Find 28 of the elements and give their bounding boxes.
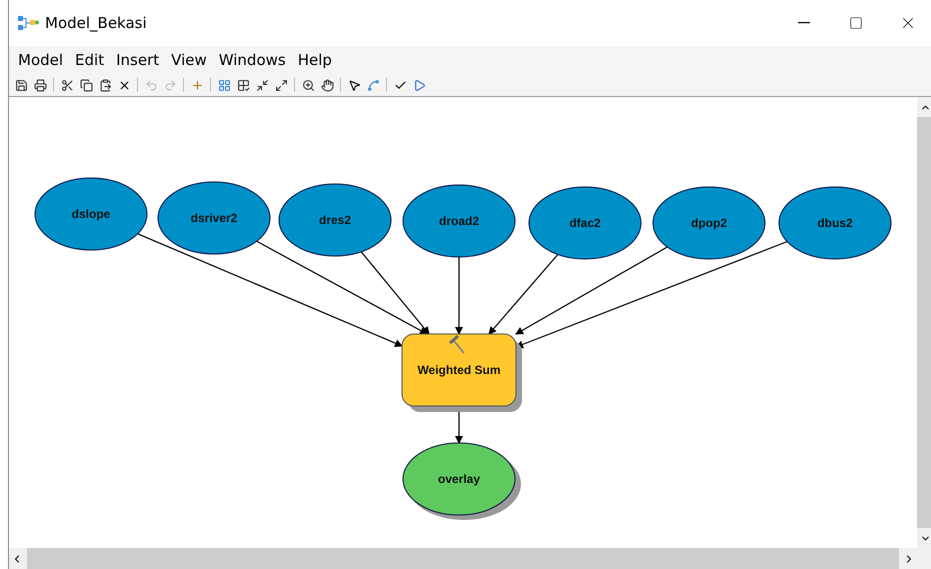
input-node: dbus2	[778, 186, 892, 260]
menu-item[interactable]: Windows	[214, 49, 291, 71]
maximize-icon	[849, 16, 863, 30]
input-node: droad2	[402, 184, 516, 258]
vertical-scrollbar[interactable]	[917, 97, 931, 548]
save-icon[interactable]	[13, 77, 29, 93]
zoom-icon[interactable]	[300, 77, 316, 93]
input-node: dres2	[278, 184, 392, 256]
input-node: dfac2	[528, 186, 642, 260]
grid-icon[interactable]	[216, 77, 232, 93]
input-node: dsriver2	[158, 182, 270, 254]
menu-item[interactable]: View	[166, 49, 212, 71]
model-icon	[17, 15, 39, 31]
horizontal-scrollbar[interactable]	[9, 548, 931, 569]
pan-icon[interactable]	[319, 77, 335, 93]
hammer-icon	[449, 334, 465, 354]
copy-icon[interactable]	[78, 77, 94, 93]
print-icon[interactable]	[32, 77, 48, 93]
menu-item[interactable]: Model	[13, 49, 68, 71]
minimize-icon	[798, 22, 810, 24]
connect-icon[interactable]	[365, 77, 381, 93]
input-node: dslope	[34, 178, 148, 250]
menu-item[interactable]: Insert	[111, 49, 164, 71]
menu-item[interactable]: Help	[292, 49, 337, 71]
menu-item[interactable]: Edit	[70, 49, 110, 71]
cut-icon[interactable]	[59, 77, 75, 93]
input-node: dpop2	[652, 186, 766, 260]
window-title: Model_Bekasi	[45, 14, 148, 32]
